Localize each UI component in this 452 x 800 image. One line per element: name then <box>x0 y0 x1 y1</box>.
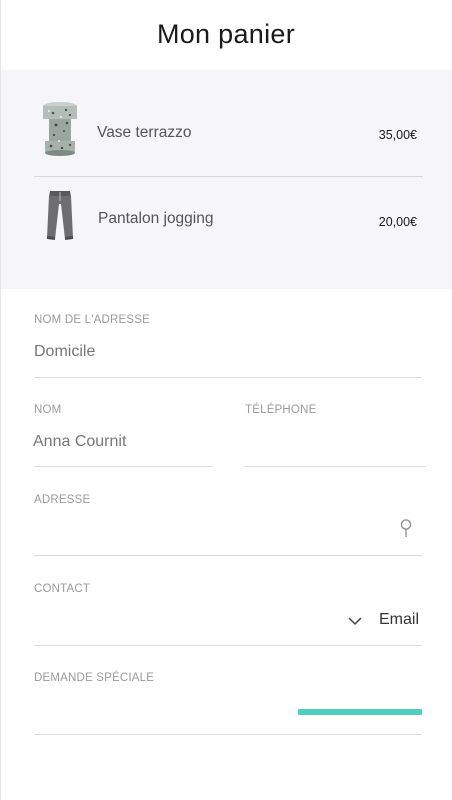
item-price: 35,00€ <box>378 128 417 142</box>
special-request-label: DEMANDE SPÉCIALE <box>34 672 155 684</box>
special-request-accent-bar <box>298 709 422 715</box>
phone-label: TÉLÉPHONE <box>245 404 317 416</box>
address-name-label: NOM DE L'ADRESSE <box>34 314 150 326</box>
address-underline <box>34 555 422 556</box>
cart-item[interactable]: Pantalon jogging 20,00€ <box>34 180 423 264</box>
contact-underline <box>34 645 422 646</box>
terrazzo-vase-thumbnail <box>43 102 77 156</box>
jogging-pants-thumbnail <box>47 191 73 240</box>
special-request-underline <box>34 734 422 735</box>
address-name-input[interactable]: Domicile <box>34 343 95 361</box>
cart-item[interactable]: Vase terrazzo 35,00€ <box>34 93 423 177</box>
name-label: NOM <box>34 404 62 416</box>
address-name-underline <box>34 377 422 378</box>
location-pin-icon[interactable] <box>398 518 414 540</box>
item-price: 20,00€ <box>378 215 417 229</box>
page-title: Mon panier <box>156 18 296 49</box>
phone-underline <box>245 466 426 467</box>
header: Mon panier <box>0 0 452 70</box>
cart-summary: Vase terrazzo 35,00€ Pantalon jogging 20… <box>1 70 452 289</box>
item-name: Vase terrazzo <box>97 124 192 141</box>
address-label: ADRESSE <box>34 494 91 506</box>
name-input[interactable]: Anna Cournit <box>33 433 126 451</box>
item-name: Pantalon jogging <box>98 210 214 227</box>
contact-select[interactable]: Email <box>379 611 419 629</box>
chevron-down-icon[interactable] <box>347 615 363 627</box>
name-underline <box>34 466 213 467</box>
contact-label: CONTACT <box>34 583 91 595</box>
